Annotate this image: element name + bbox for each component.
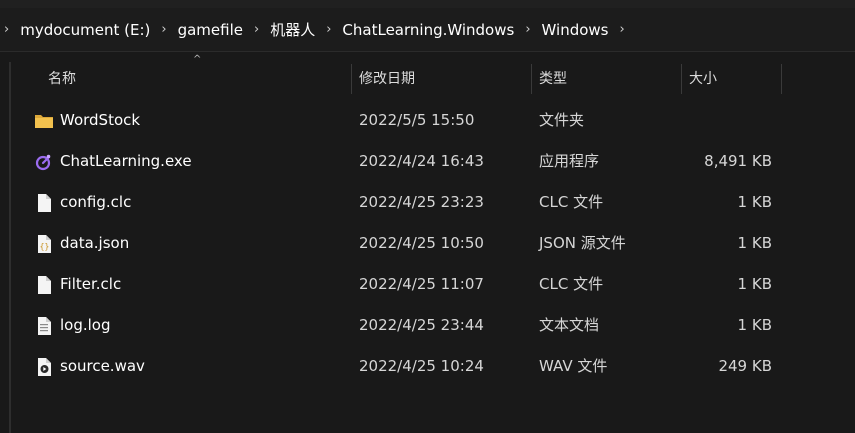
file-type: CLC 文件 [539,193,604,211]
column-header: ^ 名称 修改日期 类型 大小 [12,54,855,96]
file-row-wordstock[interactable]: WordStock 2022/5/5 15:50 文件夹 [12,100,855,141]
chevron-right-icon[interactable]: › [246,22,267,37]
column-divider[interactable] [351,64,352,94]
file-name: WordStock [60,111,141,129]
file-size: 8,491 KB [704,152,772,170]
file-date: 2022/4/25 11:07 [359,275,484,293]
file-row-source-wav[interactable]: source.wav 2022/4/25 10:24 WAV 文件 249 KB [12,346,855,387]
breadcrumb: › mydocument (E:) › gamefile › 机器人 › Cha… [0,8,855,52]
file-size: 1 KB [737,234,772,252]
file-name: log.log [60,316,111,334]
file-size: 249 KB [718,357,772,375]
file-row-log-log[interactable]: log.log 2022/4/25 23:44 文本文档 1 KB [12,305,855,346]
column-header-type[interactable]: 类型 [539,62,679,96]
file-type: 应用程序 [539,152,600,170]
file-date: 2022/5/5 15:50 [359,111,475,129]
file-name: data.json [60,234,130,252]
file-type: CLC 文件 [539,275,604,293]
file-size: 1 KB [737,275,772,293]
file-name: Filter.clc [60,275,122,293]
column-header-size[interactable]: 大小 [689,62,779,96]
file-row-filter-clc[interactable]: Filter.clc 2022/4/25 11:07 CLC 文件 1 KB [12,264,855,305]
file-date: 2022/4/25 10:50 [359,234,484,252]
file-name: ChatLearning.exe [60,152,192,170]
column-divider[interactable] [531,64,532,94]
chevron-right-icon[interactable]: › [153,22,174,37]
file-type: WAV 文件 [539,357,608,375]
column-divider[interactable] [681,64,682,94]
column-header-name[interactable]: 名称 [48,62,348,96]
column-divider[interactable] [781,64,782,94]
file-date: 2022/4/24 16:43 [359,152,484,170]
file-icon [34,275,54,295]
file-type: 文件夹 [539,111,585,129]
file-row-chatlearning-exe[interactable]: ChatLearning.exe 2022/4/24 16:43 应用程序 8,… [12,141,855,182]
folder-icon [34,111,54,131]
navigation-pane-divider [9,62,11,433]
file-type: 文本文档 [539,316,600,334]
file-size: 1 KB [737,193,772,211]
file-name: config.clc [60,193,132,211]
file-date: 2022/4/25 23:44 [359,316,484,334]
breadcrumb-item-gamefile[interactable]: gamefile [175,18,246,42]
file-row-data-json[interactable]: {} data.json 2022/4/25 10:50 JSON 源文件 1 … [12,223,855,264]
breadcrumb-item-drive[interactable]: mydocument (E:) [17,18,153,42]
chevron-right-icon[interactable]: › [517,22,538,37]
file-name: source.wav [60,357,145,375]
breadcrumb-item-windows[interactable]: Windows [539,18,612,42]
file-type: JSON 源文件 [539,234,626,252]
text-file-icon [34,316,54,336]
app-icon [34,152,54,172]
chevron-right-icon[interactable]: › [0,22,17,37]
chevron-right-icon[interactable]: › [318,22,339,37]
file-date: 2022/4/25 23:23 [359,193,484,211]
file-icon [34,193,54,213]
chevron-right-icon[interactable]: › [612,22,633,37]
file-date: 2022/4/25 10:24 [359,357,484,375]
audio-file-icon [34,357,54,377]
json-file-icon: {} [34,234,54,254]
file-size: 1 KB [737,316,772,334]
breadcrumb-item-chatlearning-windows[interactable]: ChatLearning.Windows [339,18,517,42]
file-row-config-clc[interactable]: config.clc 2022/4/25 23:23 CLC 文件 1 KB [12,182,855,223]
column-header-date[interactable]: 修改日期 [359,62,529,96]
breadcrumb-item-robot[interactable]: 机器人 [267,16,318,43]
svg-text:{}: {} [40,242,50,251]
file-size [688,100,772,141]
window-top-band [0,0,855,8]
